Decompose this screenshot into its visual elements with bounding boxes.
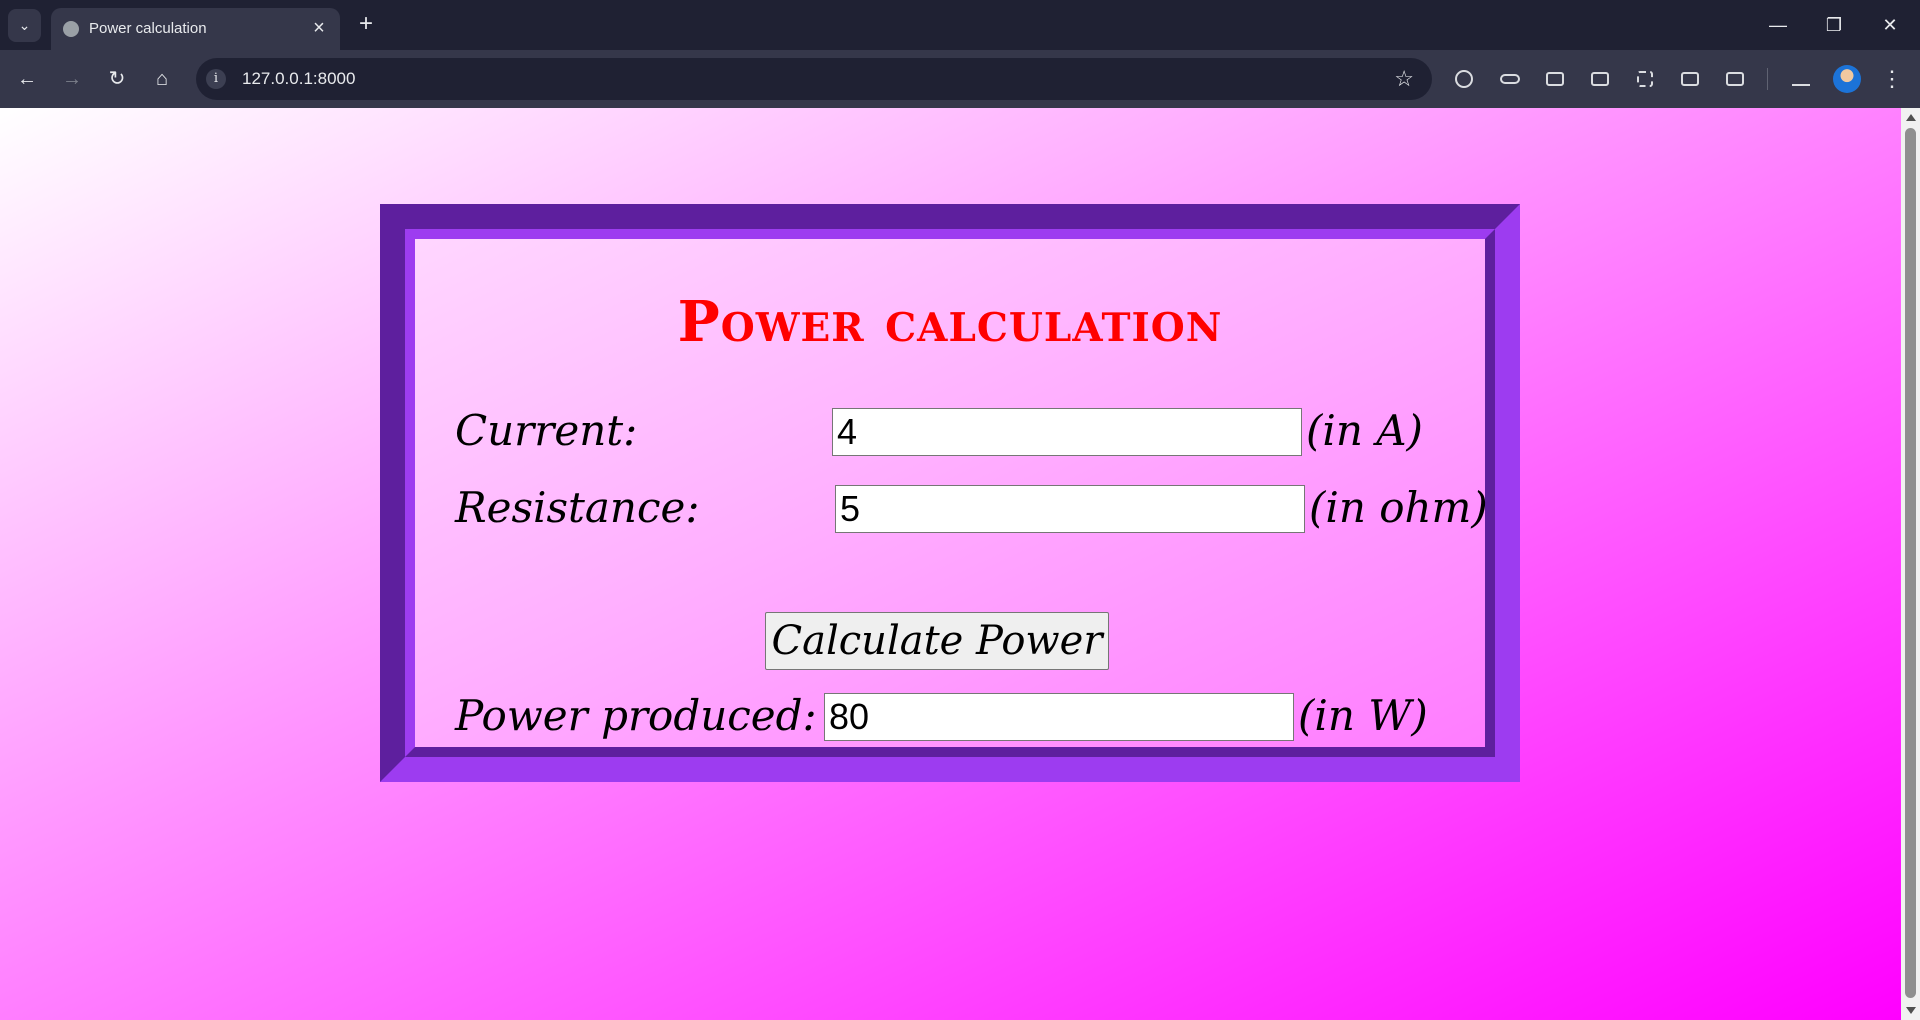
browser-tab[interactable]: Power calculation × — [51, 8, 340, 50]
media-controls-icon[interactable] — [1788, 66, 1814, 92]
new-tab-button[interactable]: + — [353, 11, 379, 37]
page-viewport: Power calculation Current: (in A) Resist… — [0, 108, 1901, 1020]
address-bar[interactable]: i 127.0.0.1:8000 ☆ — [196, 58, 1432, 100]
chevron-down-icon: ⌄ — [18, 17, 31, 33]
profile-avatar[interactable] — [1833, 65, 1861, 93]
current-label: Current: — [455, 406, 638, 455]
calculator-card: Power calculation Current: (in A) Resist… — [380, 204, 1520, 782]
minimize-icon[interactable]: — — [1758, 8, 1798, 42]
resistance-input[interactable] — [835, 485, 1305, 533]
power-unit: (in W) — [1298, 691, 1428, 740]
site-info-icon[interactable]: i — [206, 69, 226, 89]
calculate-power-button[interactable]: Calculate Power — [765, 612, 1109, 670]
qr-code-icon[interactable] — [1632, 66, 1658, 92]
scroll-up-arrow-icon[interactable] — [1906, 114, 1916, 121]
url-text[interactable]: 127.0.0.1:8000 — [242, 69, 355, 89]
current-input[interactable] — [832, 408, 1302, 456]
toolbar-divider — [1767, 68, 1768, 90]
bookmark-star-icon[interactable]: ☆ — [1394, 66, 1414, 92]
power-label: Power produced: — [455, 691, 817, 740]
restore-icon[interactable]: ❐ — [1814, 8, 1854, 42]
scroll-down-arrow-icon[interactable] — [1906, 1007, 1916, 1014]
back-icon[interactable]: ← — [12, 64, 42, 94]
reload-icon[interactable]: ↻ — [102, 64, 132, 94]
current-unit: (in A) — [1306, 406, 1423, 455]
screenshot-icon[interactable] — [1587, 66, 1613, 92]
browser-toolbar: ← → ↻ ⌂ i 127.0.0.1:8000 ☆ ⋮ — [0, 50, 1920, 108]
home-icon[interactable]: ⌂ — [147, 64, 177, 94]
print-icon[interactable] — [1542, 66, 1568, 92]
globe-icon — [63, 21, 79, 37]
calculator-panel: Power calculation Current: (in A) Resist… — [405, 229, 1495, 757]
tab-strip: ⌄ Power calculation × + — ❐ ✕ — [0, 0, 1920, 50]
history-icon[interactable] — [1451, 66, 1477, 92]
window-close-icon[interactable]: ✕ — [1870, 8, 1910, 42]
vertical-scrollbar[interactable] — [1901, 108, 1920, 1020]
page-title: Power calculation — [677, 289, 1223, 355]
translate-icon[interactable] — [1677, 66, 1703, 92]
close-icon[interactable]: × — [308, 17, 330, 39]
forward-icon[interactable]: → — [57, 64, 87, 94]
password-key-icon[interactable] — [1497, 66, 1523, 92]
resistance-label: Resistance: — [455, 483, 700, 532]
resistance-unit: (in ohm) — [1309, 483, 1488, 532]
tab-search-button[interactable]: ⌄ — [8, 9, 41, 42]
scroll-thumb[interactable] — [1905, 128, 1916, 998]
tab-title: Power calculation — [89, 20, 207, 37]
cast-devices-icon[interactable] — [1722, 66, 1748, 92]
more-menu-icon[interactable]: ⋮ — [1880, 64, 1904, 94]
power-output-field[interactable] — [824, 693, 1294, 741]
